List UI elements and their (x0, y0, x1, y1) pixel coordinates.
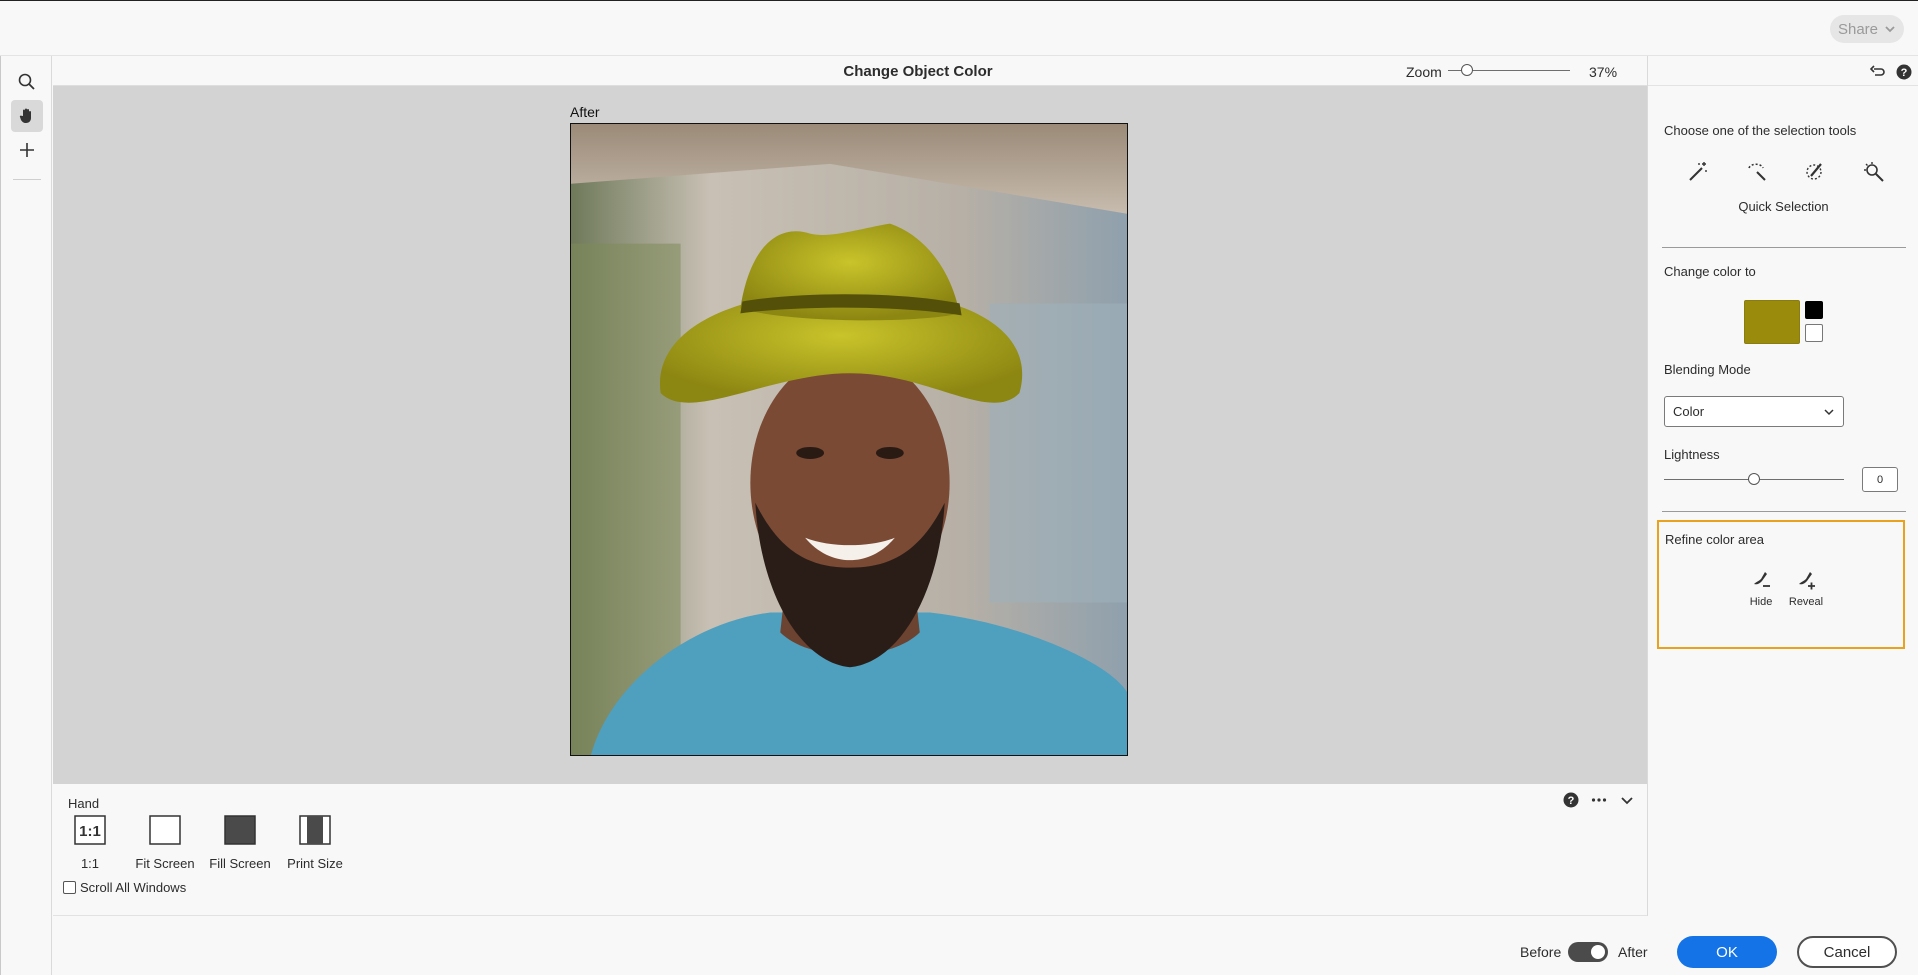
svg-text:?: ? (1901, 67, 1908, 79)
hide-label: Hide (1749, 596, 1773, 608)
brush-plus-icon (1799, 572, 1815, 590)
fill-screen-label: Fill Screen (209, 856, 271, 871)
photo-preview[interactable] (570, 123, 1128, 756)
zoom-tool-button[interactable] (11, 66, 43, 98)
blending-mode-select[interactable]: Color (1664, 396, 1844, 427)
tool-options-bar: Hand 1:1 1:1 Fit Screen Fill Screen Prin… (53, 784, 1647, 916)
lasso-icon[interactable] (1745, 160, 1769, 184)
after-label: After (570, 104, 600, 120)
magic-wand-icon[interactable] (1686, 160, 1710, 184)
print-size-button[interactable]: Print Size (280, 814, 350, 871)
svg-text:?: ? (1568, 795, 1575, 807)
after-toggle-label: After (1618, 944, 1648, 960)
help-icon[interactable]: ? (1896, 64, 1912, 80)
blending-mode-heading: Blending Mode (1664, 362, 1751, 377)
section-divider (1662, 247, 1906, 248)
brush-minus-icon (1754, 572, 1770, 587)
scroll-all-windows-label: Scroll All Windows (80, 880, 187, 895)
more-options-icon[interactable] (1591, 792, 1607, 808)
panel-divider (1648, 85, 1918, 86)
reset-icon[interactable] (1870, 64, 1886, 80)
tool-options-title: Hand (68, 796, 100, 811)
fit-screen-label: Fit Screen (135, 856, 195, 871)
print-size-icon (298, 814, 332, 846)
ok-button[interactable]: OK (1677, 936, 1777, 968)
refine-selection-icon[interactable] (1862, 160, 1886, 184)
fill-screen-icon (223, 814, 257, 846)
change-color-heading: Change color to (1664, 264, 1756, 279)
image-canvas[interactable]: After (53, 86, 1647, 784)
svg-text:1:1: 1:1 (79, 823, 101, 840)
share-label: Share (1837, 20, 1879, 38)
search-icon (18, 73, 35, 90)
plus-icon (20, 143, 34, 157)
refine-color-area-section: Refine color area Hide Reveal (1657, 520, 1905, 649)
zoom-label: Zoom (1406, 64, 1442, 80)
color-swatch[interactable] (1744, 300, 1800, 344)
right-panel: ? Choose one of the selection tools Quic… (1647, 56, 1918, 916)
lightness-heading: Lightness (1664, 447, 1720, 462)
background-color-swatch[interactable] (1805, 324, 1823, 342)
chevron-down-icon (1824, 408, 1834, 415)
top-bar: Share (0, 0, 1918, 56)
zoom-value: 37% (1589, 64, 1618, 80)
zoom-slider-handle[interactable] (1461, 64, 1473, 76)
reveal-brush-button[interactable]: Reveal (1786, 568, 1826, 608)
refine-heading: Refine color area (1665, 532, 1764, 547)
hand-icon (19, 108, 31, 123)
reveal-label: Reveal (1788, 596, 1824, 608)
panel-top-actions: ? (1870, 64, 1912, 80)
lightness-input[interactable]: 0 (1862, 467, 1898, 492)
blending-mode-value: Color (1673, 404, 1705, 419)
toolbar-divider (13, 179, 41, 180)
hide-brush-button[interactable]: Hide (1741, 568, 1781, 608)
section-divider (1662, 511, 1906, 512)
share-button[interactable]: Share (1830, 15, 1904, 43)
add-tool-button[interactable] (11, 134, 43, 166)
chevron-down-icon[interactable] (1619, 792, 1635, 808)
scroll-all-windows-option[interactable]: Scroll All Windows (63, 880, 186, 895)
foreground-color-swatch[interactable] (1805, 301, 1823, 319)
portrait-image (571, 124, 1127, 755)
main-header: Change Object Color Zoom 37% (53, 56, 1647, 86)
quick-selection-icon[interactable] (1803, 160, 1827, 184)
selection-tools (1686, 160, 1886, 184)
left-toolbar (0, 56, 52, 975)
footer-bar: Before After OK Cancel (53, 916, 1918, 975)
before-label: Before (1520, 944, 1562, 960)
toggle-knob (1591, 945, 1605, 959)
selected-tool-name: Quick Selection (1738, 199, 1829, 214)
hand-tool-button[interactable] (11, 100, 43, 132)
fill-screen-button[interactable]: Fill Screen (205, 814, 275, 871)
lightness-slider-handle[interactable] (1748, 473, 1760, 485)
scroll-all-windows-checkbox[interactable] (63, 881, 76, 894)
one-to-one-label: 1:1 (80, 856, 100, 871)
one-to-one-icon: 1:1 (73, 814, 107, 846)
cancel-button[interactable]: Cancel (1797, 936, 1897, 968)
options-actions: ? (1563, 792, 1635, 808)
one-to-one-button[interactable]: 1:1 1:1 (55, 814, 125, 871)
fit-screen-icon (148, 814, 182, 846)
help-icon[interactable]: ? (1563, 792, 1579, 808)
before-after-toggle[interactable] (1568, 942, 1608, 962)
chevron-down-icon (1885, 26, 1895, 33)
print-size-label: Print Size (287, 856, 343, 871)
selection-heading: Choose one of the selection tools (1664, 123, 1857, 138)
fit-screen-button[interactable]: Fit Screen (130, 814, 200, 871)
page-title: Change Object Color (843, 63, 993, 80)
